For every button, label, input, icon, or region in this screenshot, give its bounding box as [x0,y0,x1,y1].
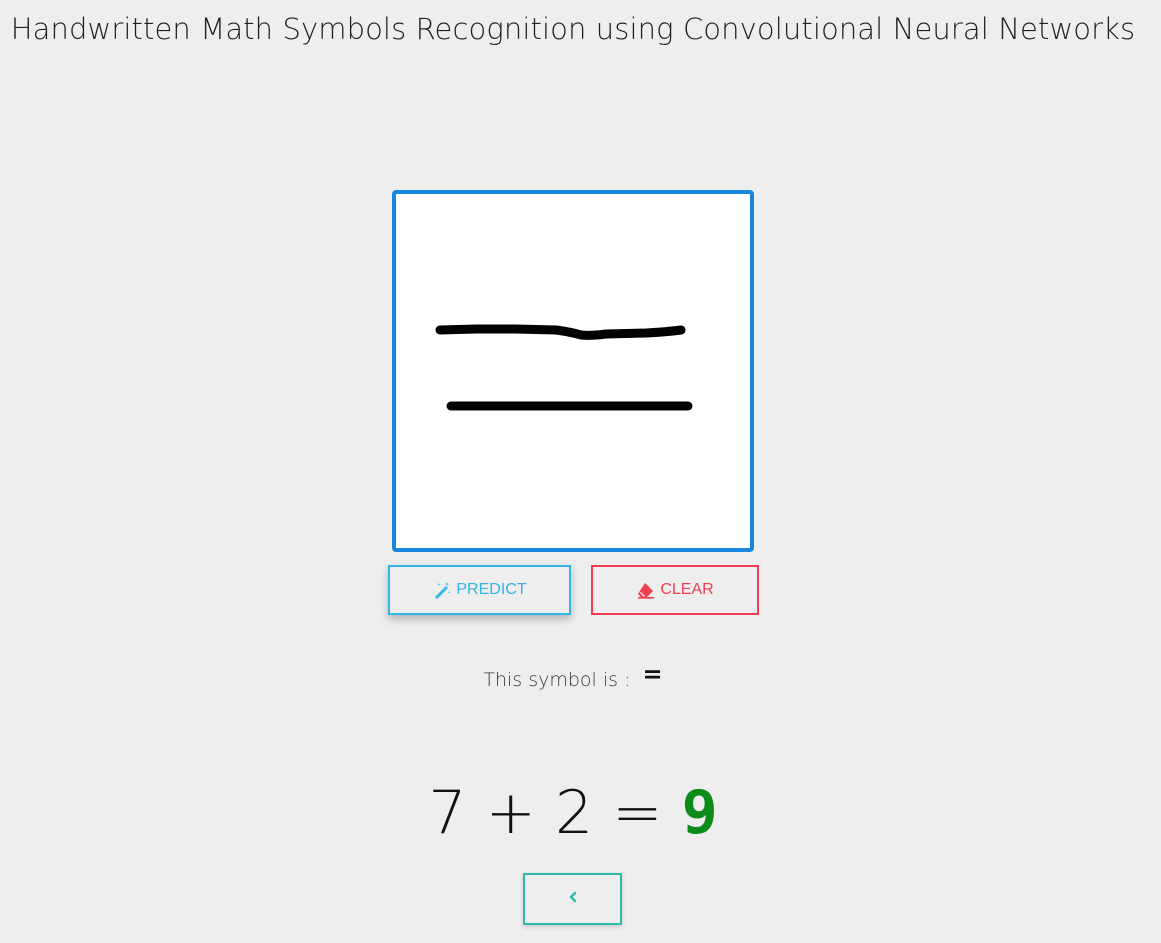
eraser-icon [636,580,656,600]
equation-answer: 9 [681,778,718,848]
magic-wand-icon [432,580,452,600]
equals-sign: = [612,778,663,848]
page: Handwritten Math Symbols Recognition usi… [0,0,1161,943]
page-title: Handwritten Math Symbols Recognition usi… [10,12,1136,46]
clear-button[interactable]: CLEAR [591,565,759,615]
equation: 7 + 2 = 9 [0,778,1146,848]
clear-button-label: CLEAR [660,581,714,598]
predict-button-label: PREDICT [456,581,527,598]
prediction-result: This symbol is : = [0,660,1146,691]
right-operand: 2 [554,778,594,848]
drawing-canvas[interactable] [392,190,754,552]
predicted-symbol: = [642,660,663,688]
stroke-top [435,324,686,340]
prediction-label: This symbol is : [483,669,631,691]
predict-button[interactable]: PREDICT [388,565,571,615]
operator: + [485,778,536,848]
handwritten-strokes [435,324,693,411]
chevron-left-icon [568,890,578,908]
left-operand: 7 [428,778,467,848]
back-button[interactable] [523,873,622,925]
